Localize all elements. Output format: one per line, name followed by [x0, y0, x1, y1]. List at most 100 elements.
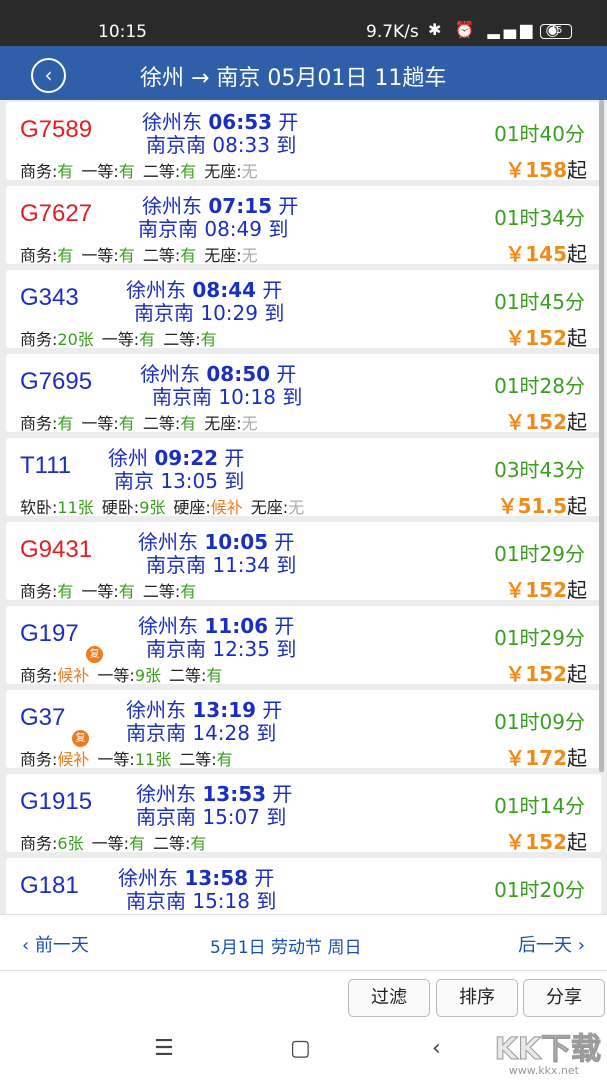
arrival-station: 南京南	[146, 133, 206, 157]
seat-label: 二等:	[142, 582, 181, 601]
train-number: G1915	[20, 788, 93, 815]
prev-day-button[interactable]: ‹ 前一天	[22, 931, 89, 957]
seat-label: 无座:	[204, 414, 242, 433]
price-value: ￥152	[505, 578, 567, 602]
arrival-suffix: 到	[276, 637, 297, 661]
travel-duration: 01时14分	[494, 794, 585, 818]
back-nav-icon[interactable]: ‹	[432, 1036, 441, 1061]
chevron-right-icon: ›	[577, 935, 585, 956]
seat-status: 有	[118, 162, 135, 181]
arrival-time: 10:29	[200, 301, 258, 325]
arrival-suffix: 到	[256, 721, 277, 745]
train-card[interactable]: G37 复徐州东 13:19 开南京南 14:28 到 01时09分 ￥172起 商务:…	[6, 690, 601, 771]
seat-status: 有	[118, 246, 135, 265]
scrollbar[interactable]	[599, 100, 604, 772]
price-suffix: 起	[567, 662, 587, 686]
seat-status: 有	[118, 414, 135, 433]
arrival-time: 15:07	[202, 805, 260, 829]
price-suffix: 起	[567, 494, 587, 518]
seat-status: 有	[57, 162, 74, 181]
arrival-suffix: 到	[282, 385, 303, 409]
arrival-info: 南京南 14:28 到	[126, 717, 276, 746]
travel-duration: 01时34分	[494, 206, 585, 230]
seat-status: 6张	[57, 834, 84, 853]
arrival-station: 南京南	[146, 637, 206, 661]
next-day-label: 后一天	[518, 935, 573, 956]
back-icon[interactable]: ‹	[31, 58, 66, 93]
watermark-logo: KK下载	[494, 1032, 601, 1068]
seat-status: 候补	[57, 666, 90, 685]
price-value: ￥158	[505, 158, 567, 182]
price-value: ￥145	[505, 242, 567, 266]
arrival-info: 南京南 08:33 到	[146, 129, 296, 158]
seat-status: 20张	[57, 330, 94, 349]
seat-status: 有	[180, 582, 197, 601]
seat-status: 11张	[57, 498, 94, 517]
seat-label: 一等:	[101, 330, 140, 349]
arrival-info: 南京南 08:49 到	[138, 213, 288, 242]
seat-status: 无	[241, 414, 258, 433]
filter-button[interactable]: 过滤	[348, 979, 430, 1017]
ticket-price: ￥145起	[505, 238, 587, 267]
seat-label: 商务:	[20, 414, 58, 433]
ticket-price: ￥152起	[505, 658, 587, 687]
home-icon[interactable]: ▢	[290, 1036, 311, 1061]
seat-label: 商务:	[20, 750, 58, 769]
seat-label: 商务:	[20, 162, 58, 181]
arrival-time: 14:28	[192, 721, 250, 745]
train-card[interactable]: G181 徐州东 13:58 开南京南 15:18 到 01时20分	[6, 858, 601, 914]
status-time: 10:15	[98, 22, 147, 42]
travel-duration: 01时29分	[494, 626, 585, 650]
ticket-price: ￥152起	[505, 826, 587, 855]
ticket-price: ￥172起	[505, 742, 587, 771]
arrival-info: 南京南 10:29 到	[134, 297, 284, 326]
seat-label: 无座:	[250, 498, 289, 517]
battery-icon: 45	[540, 24, 572, 39]
seat-availability: 商务:有 一等:有 二等:有 无座:无	[20, 242, 266, 266]
arrival-time: 08:49	[204, 217, 262, 241]
arrival-station: 南京南	[126, 889, 186, 913]
train-card[interactable]: G343 徐州东 08:44 开南京南 10:29 到 01时45分 ￥152起 商务:…	[6, 270, 601, 351]
seat-status: 有	[57, 246, 74, 265]
next-day-button[interactable]: 后一天 ›	[518, 931, 585, 957]
menu-icon[interactable]: ☰	[154, 1036, 174, 1061]
train-card[interactable]: T111 徐州 09:22 开南京 13:05 到 03时43分 ￥51.5起 软卧:1…	[6, 438, 601, 518]
seat-label: 硬座:	[173, 498, 211, 517]
train-card[interactable]: G7695 徐州东 08:50 开南京南 10:18 到 01时28分 ￥152起 商务…	[6, 354, 601, 435]
train-list[interactable]: G7589 徐州东 06:53 开南京南 08:33 到 01时40分 ￥158起 商务…	[0, 100, 607, 914]
travel-duration: 01时28分	[494, 374, 585, 398]
price-value: ￥152	[505, 830, 567, 854]
arrival-station: 南京南	[146, 553, 206, 577]
price-value: ￥152	[505, 326, 567, 350]
train-number: G197	[20, 620, 79, 647]
arrival-time: 10:18	[218, 385, 276, 409]
arrival-suffix: 到	[256, 889, 277, 913]
current-date[interactable]: 5月1日 劳动节 周日	[210, 933, 361, 958]
train-card[interactable]: G9431 徐州东 10:05 开南京南 11:34 到 01时29分 ￥152起 商务…	[6, 522, 601, 602]
sort-button[interactable]: 排序	[436, 979, 518, 1017]
train-card[interactable]: G1915 徐州东 13:53 开南京南 15:07 到 01时14分 ￥152起 商务…	[6, 774, 601, 855]
train-card[interactable]: G197 复徐州东 11:06 开南京南 12:35 到 01时29分 ￥152起 商务…	[6, 606, 601, 687]
train-card[interactable]: G7589 徐州东 06:53 开南京南 08:33 到 01时40分 ￥158起 商务…	[6, 102, 601, 183]
seat-label: 二等:	[153, 834, 191, 853]
ticket-price: ￥152起	[505, 322, 587, 351]
seat-label: 二等:	[163, 330, 201, 349]
arrival-info: 南京南 15:18 到	[126, 885, 276, 914]
train-card[interactable]: G7627 徐州东 07:15 开南京南 08:49 到 01时34分 ￥145起 商务…	[6, 186, 601, 267]
share-button[interactable]: 分享	[523, 979, 605, 1017]
seat-label: 二等:	[142, 162, 181, 181]
price-value: ￥172	[505, 746, 567, 770]
resume-badge: 复	[72, 730, 89, 747]
ticket-price: ￥158起	[505, 154, 587, 183]
arrival-station: 南京南	[152, 385, 212, 409]
arrival-time: 12:35	[212, 637, 270, 661]
arrival-station: 南京南	[126, 721, 186, 745]
arrival-suffix: 到	[264, 301, 285, 325]
train-number: G181	[20, 872, 79, 899]
ticket-price: ￥152起	[505, 406, 587, 435]
arrival-station: 南京	[114, 469, 154, 493]
seat-status: 有	[180, 246, 197, 265]
train-number: G7695	[20, 368, 93, 395]
chevron-left-icon: ‹	[22, 935, 30, 956]
price-value: ￥152	[505, 662, 567, 686]
